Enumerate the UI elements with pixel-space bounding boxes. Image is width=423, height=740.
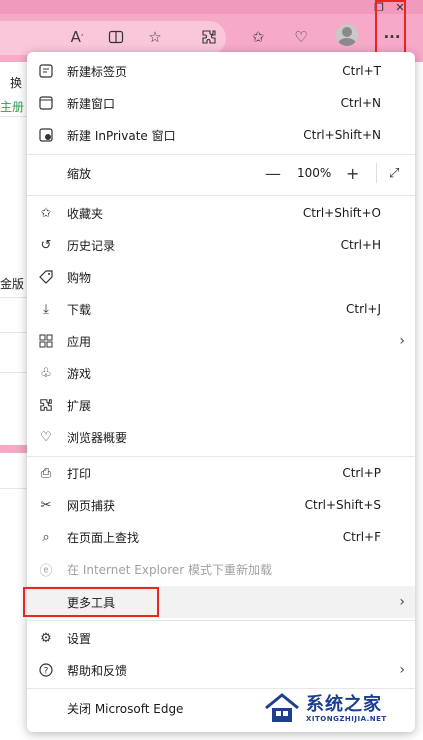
web-capture-icon: ✂ [40,497,52,513]
menu-item-shortcut: Ctrl+J [346,302,381,316]
favorites-icon[interactable]: ✩ [245,24,271,50]
zoom-level: 100% [297,166,332,180]
watermark-logo: 系统之家 XITONGZHIJIA.NET [262,688,412,732]
menu-item-shortcut: Ctrl+Shift+O [302,206,381,220]
menu-item-history[interactable]: ↺ 历史记录 Ctrl+H [27,229,415,261]
new-tab-icon [38,63,54,79]
favorite-star-icon[interactable]: ☆ [142,24,168,50]
chevron-right-icon: › [399,333,405,349]
menu-item-label: 在页面上查找 [67,530,140,545]
bg-divider [0,116,27,117]
menu-item-shortcut: Ctrl+Shift+N [303,128,381,142]
menu-divider [27,195,415,196]
inprivate-icon [38,127,54,143]
watermark-url: XITONGZHIJIA.NET [306,715,387,723]
menu-item-label: 打印 [67,466,92,481]
menu-item-label: 新建 InPrivate 窗口 [67,128,176,143]
menu-item-apps[interactable]: 应用 › [27,325,415,357]
favorites-icon: ✩ [40,205,52,221]
menu-item-shortcut: Ctrl+F [342,530,381,544]
menu-item-label: 购物 [67,270,92,285]
title-bar [0,0,423,14]
shopping-tag-icon [38,269,54,285]
browser-essentials-icon[interactable]: ♡ [288,24,314,50]
menu-item-downloads[interactable]: ⤓ 下载 Ctrl+J [27,293,415,325]
bg-divider [0,297,27,298]
menu-item-label: 应用 [67,334,92,349]
more-tools-highlight [23,587,159,617]
menu-item-find[interactable]: ⌕ 在页面上查找 Ctrl+F [27,521,415,553]
menu-item-label: 缩放 [67,166,92,181]
extensions-icon [38,397,54,413]
help-icon: ? [38,662,54,678]
menu-divider [27,154,415,155]
apps-icon [38,333,54,349]
find-icon: ⌕ [42,529,50,545]
more-options-highlight [375,0,406,56]
menu-item-label: 浏览器概要 [67,430,128,445]
menu-item-label: 历史记录 [67,238,116,253]
bg-divider [0,372,27,373]
menu-item-shopping[interactable]: 购物 [27,261,415,293]
menu-item-settings[interactable]: ⚙ 设置 [27,622,415,654]
menu-item-label: 设置 [67,631,92,646]
games-icon: ♧ [40,365,52,381]
menu-item-shortcut: Ctrl+P [342,466,381,480]
menu-item-print[interactable]: ⎙ 打印 Ctrl+P [27,457,415,489]
heartbeat-icon: ♡ [40,429,52,445]
chevron-right-icon: › [399,662,405,678]
zoom-divider [376,163,377,183]
profile-avatar[interactable] [336,24,358,46]
bg-divider [0,332,27,333]
ie-icon: ⓔ [39,563,53,579]
history-icon: ↺ [40,237,52,253]
bg-divider [0,488,27,489]
split-screen-icon[interactable] [103,24,129,50]
menu-item-shortcut: Ctrl+Shift+S [304,498,381,512]
menu-item-shortcut: Ctrl+T [342,64,381,78]
read-aloud-icon[interactable]: Aʼ [64,24,90,50]
watermark-title: 系统之家 [306,694,382,715]
menu-item-browser-essentials[interactable]: ♡ 浏览器概要 [27,421,415,453]
zoom-in-button[interactable]: + [346,164,359,183]
menu-item-label: 网页捕获 [67,498,116,513]
menu-item-label: 帮助和反馈 [67,663,128,678]
menu-item-label: 新建标签页 [67,64,128,79]
bg-text-fragment: 换 [10,76,23,90]
menu-item-shortcut: Ctrl+H [340,238,381,252]
menu-item-new-window[interactable]: 新建窗口 Ctrl+N [27,87,415,119]
menu-item-label: 收藏夹 [67,206,104,221]
menu-item-web-capture[interactable]: ✂ 网页捕获 Ctrl+Shift+S [27,489,415,521]
menu-item-label: 新建窗口 [67,96,116,111]
menu-item-label: 关闭 Microsoft Edge [67,701,184,716]
menu-item-favorites[interactable]: ✩ 收藏夹 Ctrl+Shift+O [27,197,415,229]
bg-text-fragment: 金版 [0,277,25,291]
new-window-icon [38,95,54,111]
bg-text-fragment: 主册 [0,100,25,114]
bg-divider [0,445,27,453]
download-icon: ⤓ [43,301,49,317]
menu-item-new-inprivate[interactable]: 新建 InPrivate 窗口 Ctrl+Shift+N [27,119,415,151]
menu-item-extensions[interactable]: 扩展 [27,389,415,421]
extensions-icon[interactable] [196,24,222,50]
menu-item-games[interactable]: ♧ 游戏 [27,357,415,389]
print-icon: ⎙ [40,465,52,481]
menu-item-new-tab[interactable]: 新建标签页 Ctrl+T [27,55,415,87]
menu-item-label: 游戏 [67,366,92,381]
house-logo-icon [265,693,299,722]
chevron-right-icon: › [399,594,405,610]
menu-item-label: 下载 [67,302,92,317]
menu-divider [27,620,415,621]
menu-item-help[interactable]: ? 帮助和反馈 › [27,654,415,686]
zoom-out-button[interactable]: — [265,164,281,183]
menu-item-zoom: 缩放 — 100% + ⤢ [27,157,415,189]
settings-icon: ⚙ [40,630,52,646]
fullscreen-icon[interactable]: ⤢ [389,166,399,181]
menu-item-label: 扩展 [67,398,92,413]
settings-menu: 新建标签页 Ctrl+T 新建窗口 Ctrl+N 新建 InPrivate 窗口… [27,52,415,732]
menu-item-label: 在 Internet Explorer 模式下重新加载 [67,562,273,577]
menu-item-ie-mode: ⓔ 在 Internet Explorer 模式下重新加载 [27,553,415,585]
svg-text:?: ? [44,667,49,677]
menu-item-shortcut: Ctrl+N [340,96,381,110]
